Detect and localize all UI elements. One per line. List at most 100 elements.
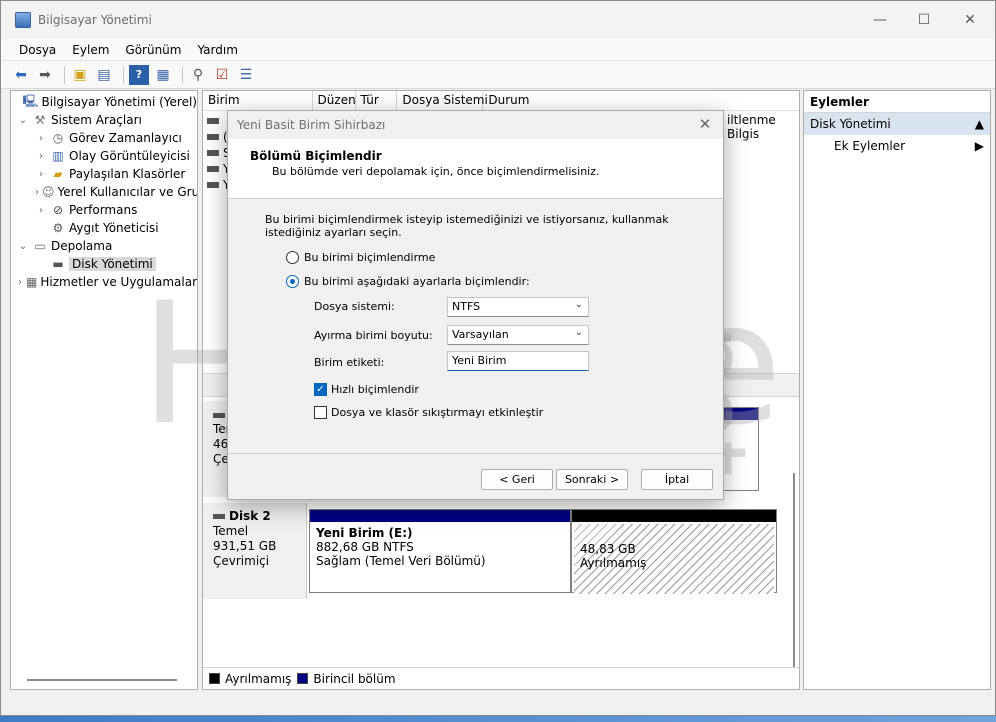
- col-filesystem[interactable]: Dosya Sistemi: [397, 91, 488, 110]
- col-status[interactable]: Durum: [483, 91, 799, 110]
- properties-icon[interactable]: ▦: [153, 65, 173, 85]
- disk-2-label[interactable]: Disk 2 Temel 931,51 GB Çevrimiçi: [203, 503, 307, 599]
- menu-help[interactable]: Yardım: [189, 43, 245, 57]
- volume-label-input[interactable]: Yeni Birim: [447, 351, 589, 371]
- tree-item-services[interactable]: › ▦ Hizmetler ve Uygulamalar: [11, 273, 197, 291]
- chevron-right-icon[interactable]: ›: [35, 205, 47, 216]
- dialog-close-icon[interactable]: ✕: [695, 115, 715, 135]
- new-simple-volume-wizard: Yeni Basit Birim Sihirbazı ✕ Bölümü Biçi…: [227, 110, 724, 500]
- tree-item-shared-folders[interactable]: › ▰ Paylaşılan Klasörler: [11, 165, 197, 183]
- back-arrow-icon[interactable]: ⬅: [11, 65, 31, 85]
- dialog-separator: [228, 453, 723, 454]
- menu-view[interactable]: Görünüm: [117, 43, 189, 57]
- clock-icon: ◷: [52, 131, 64, 145]
- partition-unallocated[interactable]: 48,83 GB Ayrılmamış: [571, 509, 777, 594]
- col-volume[interactable]: Birim: [203, 91, 313, 110]
- compression-checkbox[interactable]: Dosya ve klasör sıkıştırmayı etkinleştir: [314, 406, 543, 419]
- dialog-subheading: Bu bölümde veri depolamak için, önce biç…: [272, 165, 600, 178]
- filesystem-select[interactable]: NTFS ⌄: [447, 297, 589, 317]
- show-hide-tree-icon[interactable]: ▤: [94, 65, 114, 85]
- horizontal-scrollbar[interactable]: [27, 679, 177, 681]
- services-icon: ▦: [26, 275, 38, 289]
- chevron-right-icon[interactable]: ›: [35, 169, 47, 180]
- collapse-up-icon[interactable]: ▲: [975, 117, 984, 131]
- legend: Ayrılmamış Birincil bölüm: [203, 667, 799, 689]
- toolbar: ⬅ ➡ ▣ ▤ ? ▦ ⚲ ☑ ☰: [1, 61, 995, 89]
- legend-unallocated: Ayrılmamış: [225, 671, 292, 686]
- tree-item-local-users[interactable]: › ☺ Yerel Kullanıcılar ve Gru: [11, 183, 197, 201]
- volume-status-partial: iltlenme Bilgis: [727, 113, 776, 141]
- legend-primary-swatch: [297, 673, 309, 684]
- dialog-title-bar[interactable]: Yeni Basit Birim Sihirbazı ✕: [228, 111, 723, 139]
- minimize-button[interactable]: —: [857, 1, 903, 39]
- cancel-button[interactable]: İptal: [641, 469, 713, 490]
- col-layout[interactable]: Düzen: [313, 91, 356, 110]
- volume-icon: [207, 166, 219, 172]
- back-button[interactable]: < Geri: [481, 469, 553, 490]
- checkbox-checked[interactable]: ✓: [314, 383, 327, 396]
- chevron-right-icon[interactable]: ›: [35, 151, 47, 162]
- chevron-down-icon[interactable]: ⌄: [17, 241, 29, 252]
- list-icon[interactable]: ☰: [236, 65, 256, 85]
- radio-button[interactable]: [286, 251, 299, 264]
- vertical-scrollbar[interactable]: [793, 473, 795, 689]
- dialog-heading: Bölümü Biçimlendir: [250, 149, 382, 163]
- volume-label-label: Birim etiketi:: [314, 356, 385, 369]
- checkbox[interactable]: [314, 406, 327, 419]
- tree-item-disk-management[interactable]: ▬ Disk Yönetimi: [11, 255, 197, 273]
- chevron-down-icon[interactable]: ⌄: [17, 115, 29, 126]
- toolbar-separator: [123, 65, 124, 84]
- chevron-right-icon: ▶: [974, 139, 984, 153]
- forward-arrow-icon[interactable]: ➡: [35, 65, 55, 85]
- tree-item-storage[interactable]: ⌄ ▭ Depolama: [11, 237, 197, 255]
- tree-item-device-manager[interactable]: ⚙ Aygıt Yöneticisi: [11, 219, 197, 237]
- tree-item-task-scheduler[interactable]: › ◷ Görev Zamanlayıcı: [11, 129, 197, 147]
- performance-icon: ⊘: [52, 203, 64, 217]
- tree-item-performance[interactable]: › ⊘ Performans: [11, 201, 197, 219]
- connect-icon[interactable]: ⚲: [188, 65, 208, 85]
- computer-icon: 🖳: [22, 93, 39, 108]
- disk-icon: [213, 514, 225, 519]
- up-folder-icon[interactable]: ▣: [70, 65, 90, 85]
- filesystem-label: Dosya sistemi:: [314, 300, 395, 313]
- col-type[interactable]: Tür: [356, 91, 398, 110]
- chevron-right-icon[interactable]: ›: [35, 187, 39, 198]
- chevron-right-icon[interactable]: ›: [17, 277, 23, 288]
- tree-item-event-viewer[interactable]: › ▥ Olay Görüntüleyicisi: [11, 147, 197, 165]
- users-icon: ☺: [42, 185, 55, 199]
- tools-icon: ⚒: [34, 113, 46, 127]
- menu-file[interactable]: Dosya: [1, 43, 64, 57]
- maximize-button[interactable]: ☐: [901, 1, 947, 39]
- quick-format-checkbox[interactable]: ✓ Hızlı biçimlendir: [314, 383, 419, 396]
- radio-format[interactable]: Bu birimi aşağıdaki ayarlarla biçimlendi…: [286, 275, 530, 288]
- allocation-unit-label: Ayırma birimi boyutu:: [314, 329, 433, 342]
- volume-list-header: Birim Düzen Tür Dosya Sistemi Durum: [203, 91, 799, 111]
- allocation-unit-select[interactable]: Varsayılan ⌄: [447, 325, 589, 345]
- radio-no-format[interactable]: Bu birimi biçimlendirme: [286, 251, 435, 264]
- dialog-intro: Bu birimi biçimlendirmek isteyip istemed…: [265, 213, 669, 239]
- actions-header: Eylemler: [804, 91, 990, 113]
- disk-icon: ▬: [52, 257, 64, 271]
- volume-icon: [207, 182, 219, 188]
- storage-icon: ▭: [34, 239, 46, 253]
- dialog-body: Bu birimi biçimlendirmek isteyip istemed…: [228, 199, 723, 239]
- actions-pane: Eylemler Disk Yönetimi ▲ Ek Eylemler ▶: [803, 90, 991, 690]
- menu-action[interactable]: Eylem: [64, 43, 117, 57]
- event-viewer-icon: ▥: [52, 149, 64, 163]
- radio-button-selected[interactable]: [286, 275, 299, 288]
- actions-section-disk-management[interactable]: Disk Yönetimi ▲: [804, 113, 990, 135]
- close-button[interactable]: ✕: [947, 1, 993, 39]
- partition-new-volume[interactable]: Yeni Birim (E:) 882,68 GB NTFS Sağlam (T…: [309, 509, 571, 593]
- help-icon[interactable]: ?: [129, 64, 149, 85]
- tree-item-system-tools[interactable]: ⌄ ⚒ Sistem Araçları: [11, 111, 197, 129]
- action-more-actions[interactable]: Ek Eylemler ▶: [804, 135, 990, 157]
- title-bar[interactable]: Bilgisayar Yönetimi — ☐ ✕: [1, 1, 995, 39]
- next-button[interactable]: Sonraki >: [556, 469, 628, 490]
- tree-root[interactable]: 🖳 Bilgisayar Yönetimi (Yerel): [11, 93, 197, 111]
- volume-icon: [207, 134, 219, 140]
- legend-unallocated-swatch: [209, 673, 220, 684]
- toolbar-separator: [64, 65, 65, 84]
- check-icon[interactable]: ☑: [212, 65, 232, 85]
- chevron-right-icon[interactable]: ›: [35, 133, 47, 144]
- console-tree: 🖳 Bilgisayar Yönetimi (Yerel) ⌄ ⚒ Sistem…: [10, 90, 198, 690]
